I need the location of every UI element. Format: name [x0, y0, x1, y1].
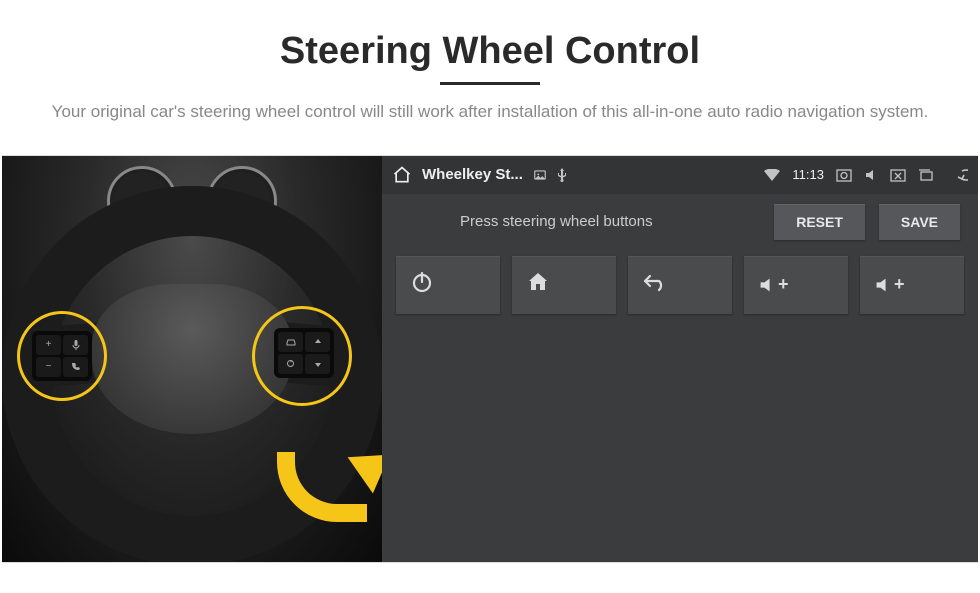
tile-back[interactable] — [628, 256, 732, 314]
recent-apps-icon[interactable] — [918, 168, 934, 182]
tile-home[interactable] — [512, 256, 616, 314]
steering-wheel-photo: + − — [2, 156, 382, 563]
highlight-circle-left — [17, 311, 107, 401]
tile-volume-up-2[interactable]: + — [860, 256, 964, 314]
reset-button[interactable]: RESET — [774, 204, 865, 240]
volume-up-icon: + — [874, 274, 905, 295]
close-app-icon[interactable] — [890, 168, 906, 182]
home-icon[interactable] — [392, 165, 412, 185]
image-icon — [533, 168, 547, 182]
callout-arrow — [272, 442, 382, 532]
headunit-screen: Wheelkey St... 11:13 — [382, 156, 978, 563]
status-time: 11:13 — [792, 167, 824, 182]
volume-up-icon: + — [758, 274, 789, 295]
back-icon — [642, 272, 668, 297]
screenshot-icon[interactable] — [836, 168, 852, 182]
usb-icon — [557, 168, 567, 182]
toolbar-prompt: Press steering wheel buttons — [460, 213, 653, 230]
dashboard-background: + − — [2, 156, 382, 563]
power-icon — [410, 270, 434, 299]
page-title: Steering Wheel Control — [280, 30, 700, 85]
page-header: Steering Wheel Control Your original car… — [0, 0, 980, 145]
app-toolbar: Press steering wheel buttons RESET SAVE — [382, 194, 978, 250]
wifi-icon — [764, 169, 780, 181]
empty-content-area — [382, 328, 978, 563]
home-icon — [526, 270, 550, 299]
status-app-title: Wheelkey St... — [422, 166, 523, 183]
function-tile-row: + + — [382, 250, 978, 328]
page-subtitle: Your original car's steering wheel contr… — [40, 99, 940, 125]
tile-power[interactable] — [396, 256, 500, 314]
highlight-circle-right — [252, 306, 352, 406]
volume-icon[interactable] — [864, 168, 878, 182]
content-row: + − — [2, 155, 978, 564]
save-button[interactable]: SAVE — [879, 204, 960, 240]
tile-volume-up-1[interactable]: + — [744, 256, 848, 314]
android-status-bar: Wheelkey St... 11:13 — [382, 156, 978, 194]
back-softkey-icon[interactable] — [946, 168, 968, 182]
